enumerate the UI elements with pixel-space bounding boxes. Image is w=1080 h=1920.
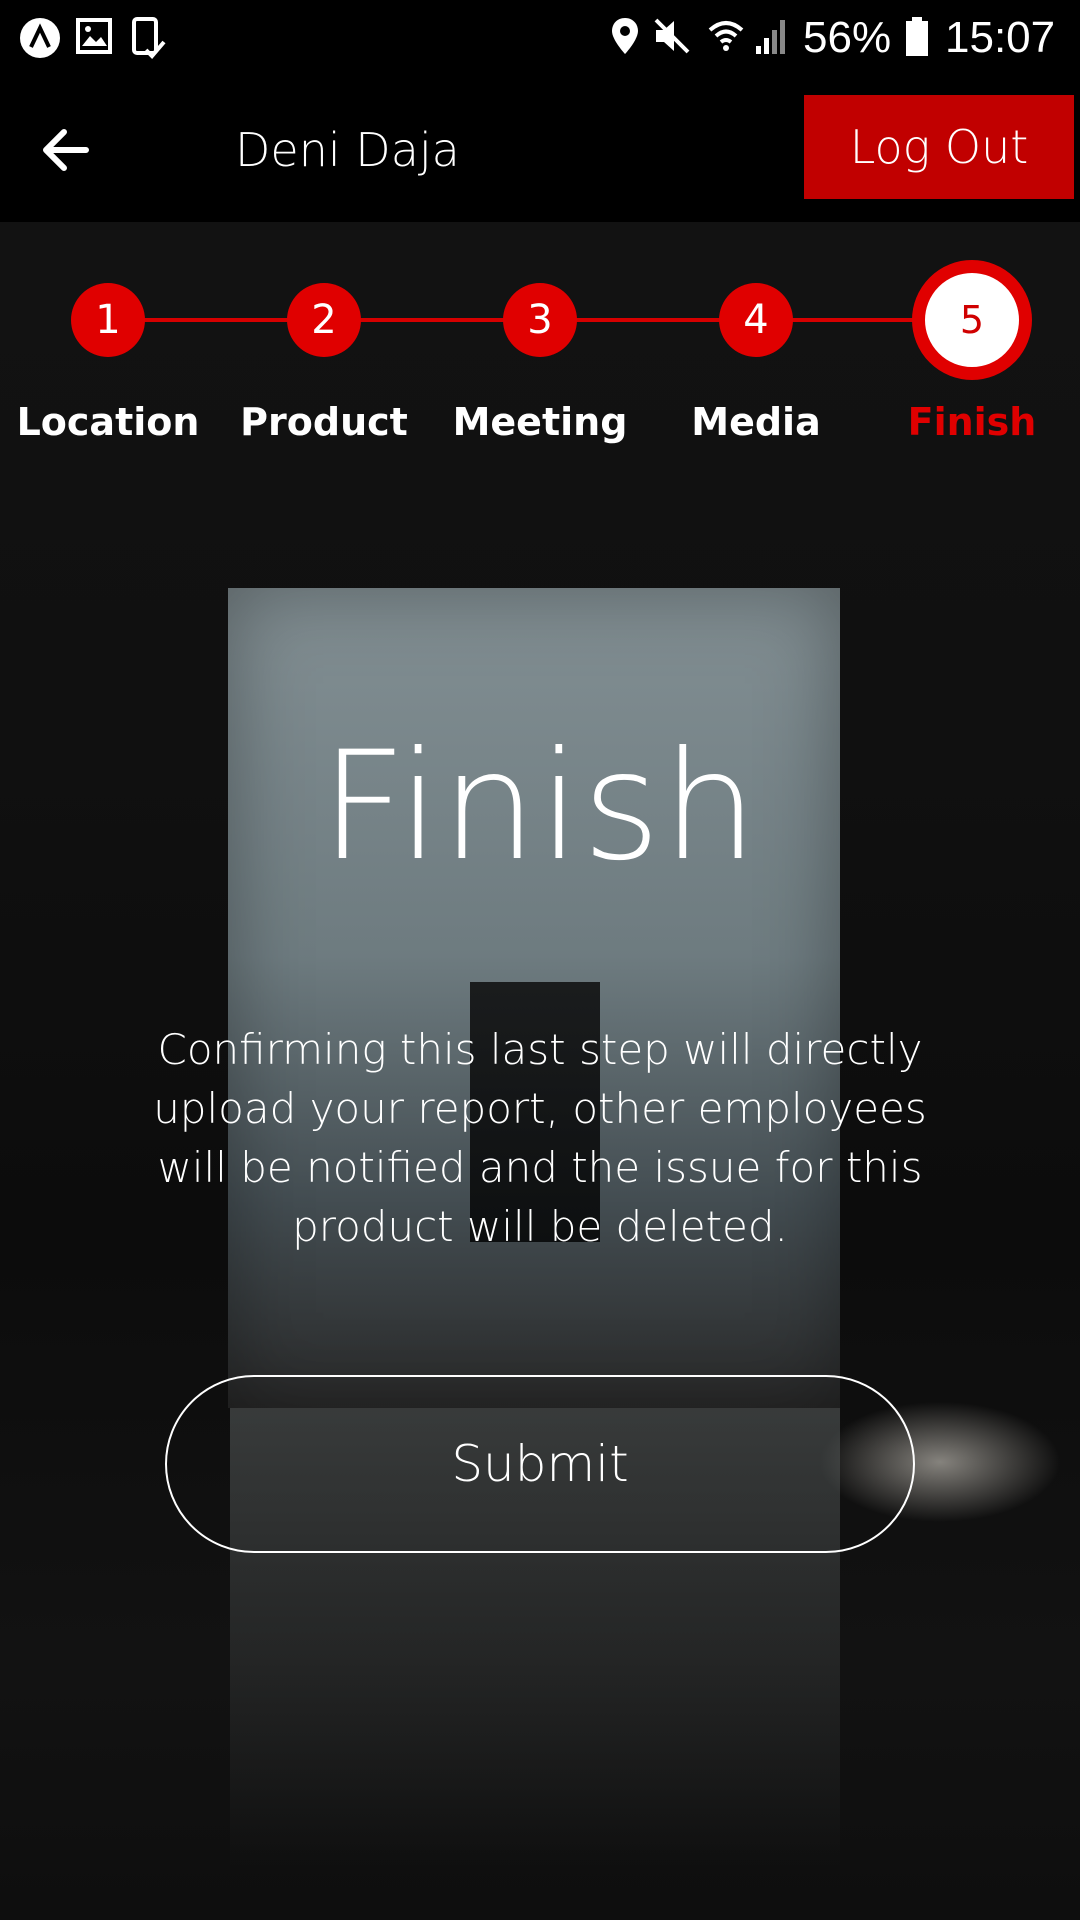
step-label-media[interactable]: Media <box>646 400 866 444</box>
gallery-icon <box>76 18 112 54</box>
app-bar: Deni Daja Log Out <box>0 75 1080 222</box>
device-check-icon <box>132 17 166 59</box>
step-label-location[interactable]: Location <box>0 400 218 444</box>
page-title: Finish <box>320 720 760 894</box>
app-icon <box>20 18 60 58</box>
battery-icon <box>906 17 928 56</box>
step-5-circle[interactable]: 5 <box>912 260 1032 380</box>
wifi-icon <box>708 21 744 51</box>
battery-percentage: 56% <box>803 13 892 62</box>
arrow-left-icon <box>43 129 89 171</box>
mute-icon <box>654 18 690 54</box>
location-icon <box>612 18 638 54</box>
step-2-circle[interactable]: 2 <box>287 283 361 357</box>
logout-button[interactable]: Log Out <box>804 95 1074 199</box>
finish-description: Confirming this last step will directly … <box>153 1025 927 1251</box>
clock: 15:07 <box>945 13 1056 62</box>
step-3-circle[interactable]: 3 <box>503 283 577 357</box>
step-label-product[interactable]: Product <box>214 400 434 444</box>
submit-button[interactable]: Submit <box>165 1375 915 1553</box>
progress-stepper: 1 2 3 4 5 Location Product Meeting Media… <box>0 250 1080 460</box>
back-button[interactable] <box>36 120 96 180</box>
user-name: Deni Daja <box>235 123 460 177</box>
step-4-circle[interactable]: 4 <box>719 283 793 357</box>
status-bar: 56% 15:07 <box>0 0 1080 75</box>
step-label-meeting[interactable]: Meeting <box>430 400 650 444</box>
step-label-finish[interactable]: Finish <box>862 400 1080 444</box>
step-1-circle[interactable]: 1 <box>71 283 145 357</box>
signal-icon <box>756 20 785 54</box>
